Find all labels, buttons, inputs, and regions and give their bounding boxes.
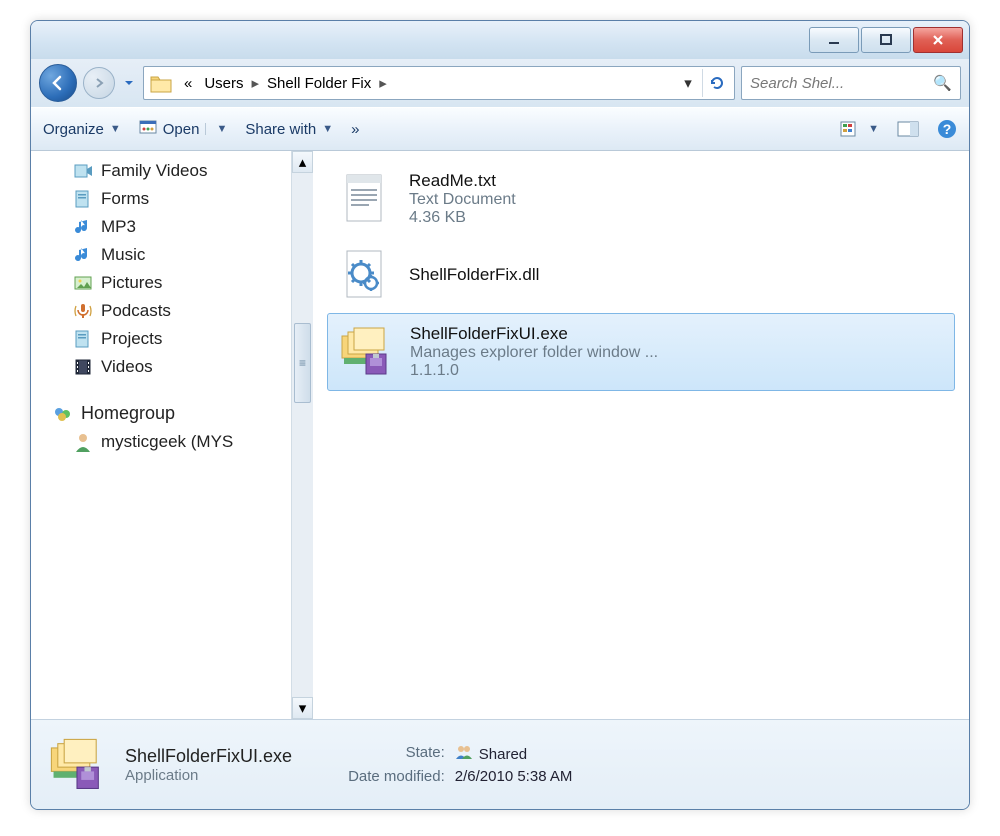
file-desc: Manages explorer folder window ...	[410, 344, 658, 362]
breadcrumb-sep-end: ▸	[377, 74, 389, 92]
share-menu[interactable]: Share with▼	[245, 121, 333, 138]
help-button[interactable]: ?	[937, 119, 957, 139]
organize-menu[interactable]: Organize▼	[43, 121, 121, 138]
search-icon: 🔍	[933, 74, 952, 92]
file-type: Text Document	[409, 191, 516, 209]
podcast-icon	[73, 301, 93, 321]
app-icon	[139, 118, 157, 140]
view-menu[interactable]: ▼	[840, 120, 879, 138]
sidebar-item[interactable]: MP3	[31, 213, 291, 241]
address-bar[interactable]: « Users ▸ Shell Folder Fix ▸ ▾	[143, 66, 735, 100]
svg-text:?: ?	[943, 121, 952, 137]
details-type: Application	[125, 767, 292, 784]
file-item-selected[interactable]: ShellFolderFixUI.exe Manages explorer fo…	[327, 313, 955, 391]
breadcrumb-current[interactable]: Shell Folder Fix	[261, 75, 377, 92]
video-icon	[73, 161, 93, 181]
preview-pane-button[interactable]	[897, 120, 919, 138]
dll-icon	[335, 245, 395, 305]
sidebar-item[interactable]: Videos	[31, 353, 291, 381]
exe-icon	[336, 322, 396, 382]
scroll-track[interactable]	[292, 173, 313, 697]
explorer-window: « Users ▸ Shell Folder Fix ▸ ▾ Search Sh…	[30, 20, 970, 810]
refresh-button[interactable]	[702, 69, 730, 97]
sidebar-item[interactable]: Music	[31, 241, 291, 269]
details-state-value: Shared	[455, 744, 573, 764]
details-icon	[45, 733, 109, 797]
scroll-up-button[interactable]: ▴	[292, 151, 313, 173]
minimize-button[interactable]	[809, 27, 859, 53]
details-name: ShellFolderFixUI.exe	[125, 746, 292, 767]
nav-history-dropdown[interactable]	[121, 78, 137, 88]
file-size: 4.36 KB	[409, 209, 516, 227]
folder-icon	[148, 70, 174, 96]
sidebar-item[interactable]: Projects	[31, 325, 291, 353]
open-button[interactable]: Open▼	[139, 118, 228, 140]
file-version: 1.1.1.0	[410, 362, 658, 380]
details-modified-value: 2/6/2010 5:38 AM	[455, 768, 573, 785]
file-item[interactable]: ShellFolderFix.dll	[327, 237, 955, 313]
content-area: Family Videos Forms MP3 Music Pictures P…	[31, 151, 969, 719]
sidebar-homegroup[interactable]: Homegroup	[31, 399, 291, 428]
document-icon	[73, 189, 93, 209]
picture-icon	[73, 273, 93, 293]
user-icon	[73, 432, 93, 452]
navbar: « Users ▸ Shell Folder Fix ▸ ▾ Search Sh…	[31, 59, 969, 107]
sidebar-user[interactable]: mysticgeek (MYS	[31, 428, 291, 456]
homegroup-icon	[53, 404, 73, 424]
file-name: ShellFolderFix.dll	[409, 265, 539, 285]
breadcrumb-sep: ▸	[250, 74, 262, 92]
address-dropdown[interactable]: ▾	[678, 74, 698, 92]
file-item[interactable]: ReadMe.txt Text Document 4.36 KB	[327, 161, 955, 237]
music-icon	[73, 217, 93, 237]
shared-icon	[455, 744, 473, 764]
more-commands[interactable]: »	[351, 121, 359, 138]
sidebar-item[interactable]: Forms	[31, 185, 291, 213]
titlebar	[31, 21, 969, 59]
details-state-label: State:	[348, 744, 445, 764]
scroll-down-button[interactable]: ▾	[292, 697, 313, 719]
details-pane: ShellFolderFixUI.exe Application State: …	[31, 719, 969, 809]
navigation-pane: Family Videos Forms MP3 Music Pictures P…	[31, 151, 291, 719]
search-input[interactable]: Search Shel... 🔍	[741, 66, 961, 100]
back-button[interactable]	[39, 64, 77, 102]
document-icon	[73, 329, 93, 349]
breadcrumb-prefix: «	[178, 75, 198, 92]
toolbar: Organize▼ Open▼ Share with▼ » ▼ ?	[31, 107, 969, 151]
maximize-button[interactable]	[861, 27, 911, 53]
breadcrumb-parent[interactable]: Users	[198, 75, 249, 92]
txt-icon	[335, 169, 395, 229]
close-button[interactable]	[913, 27, 963, 53]
search-placeholder: Search Shel...	[750, 75, 844, 92]
file-list: ReadMe.txt Text Document 4.36 KB ShellFo…	[313, 151, 969, 719]
sidebar-item[interactable]: Pictures	[31, 269, 291, 297]
music-icon	[73, 245, 93, 265]
sidebar-item[interactable]: Podcasts	[31, 297, 291, 325]
scroll-thumb[interactable]	[294, 323, 311, 403]
sidebar-item[interactable]: Family Videos	[31, 157, 291, 185]
details-modified-label: Date modified:	[348, 768, 445, 785]
film-icon	[73, 357, 93, 377]
file-name: ShellFolderFixUI.exe	[410, 324, 658, 344]
file-name: ReadMe.txt	[409, 171, 516, 191]
forward-button[interactable]	[83, 67, 115, 99]
sidebar-scrollbar[interactable]: ▴ ▾	[291, 151, 313, 719]
